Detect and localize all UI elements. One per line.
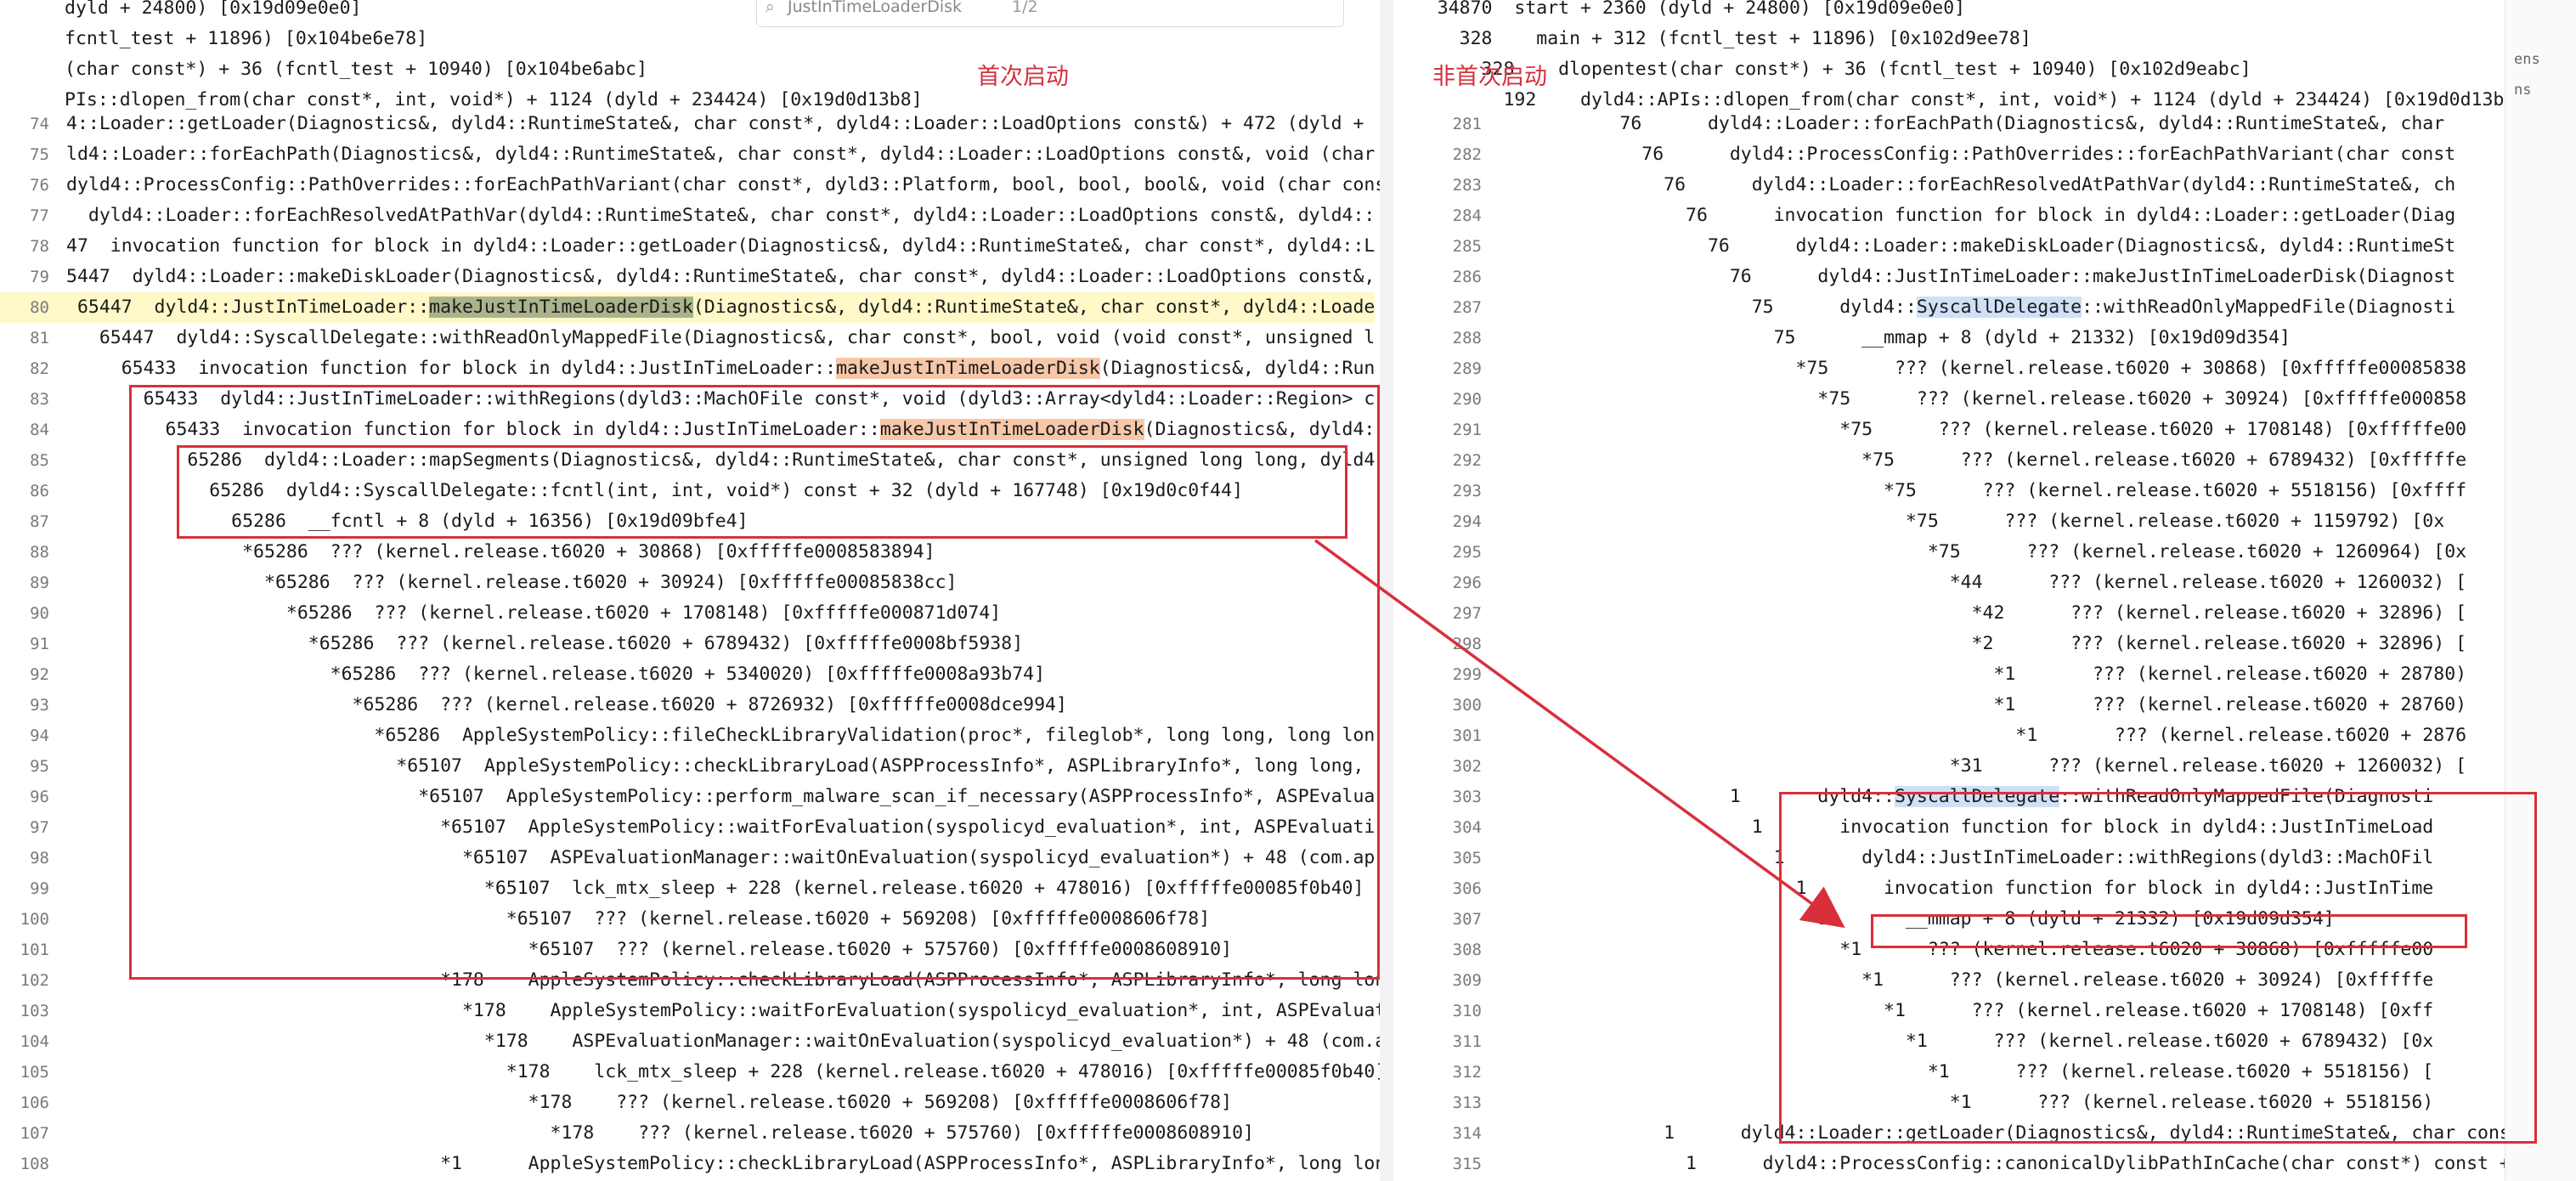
arrow-line: [1313, 539, 1845, 929]
annotation-arrow: [1313, 539, 1845, 929]
